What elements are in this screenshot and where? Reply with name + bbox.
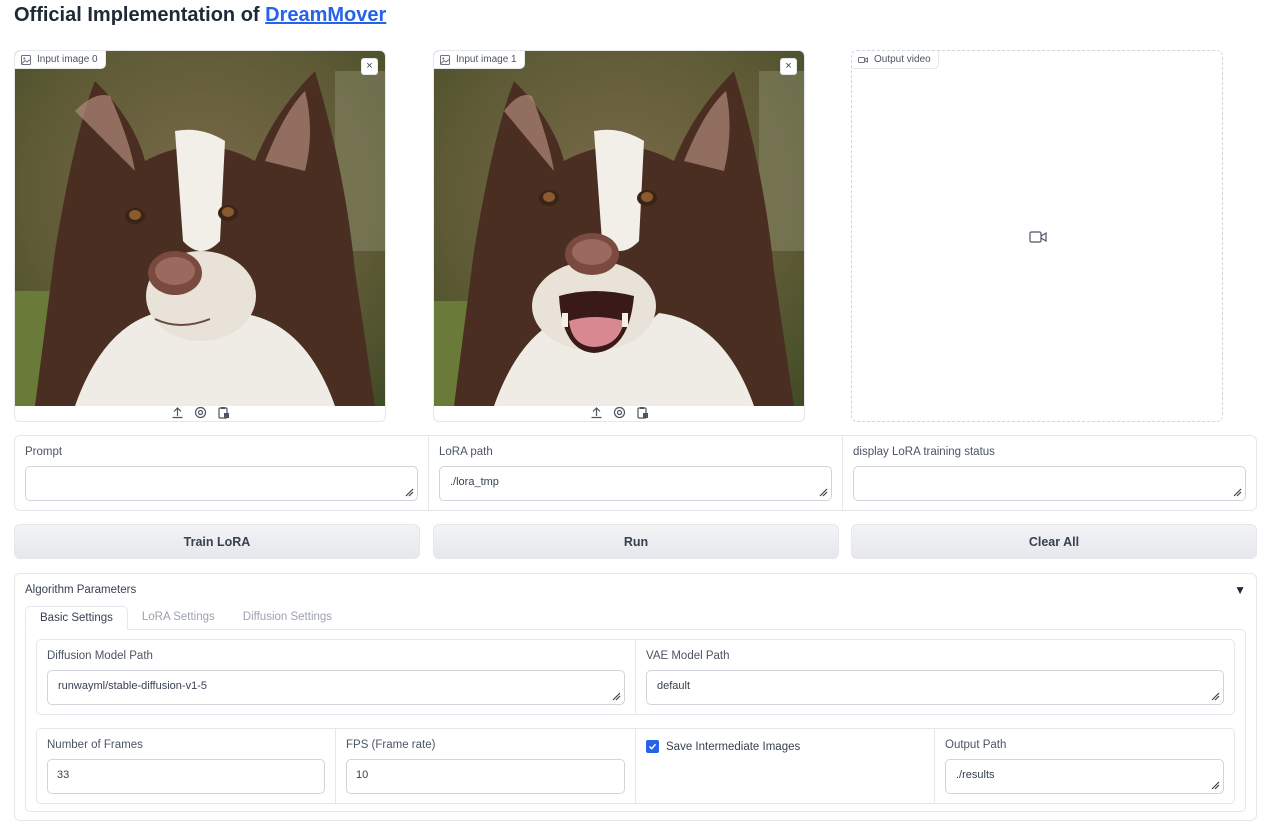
- prompt-label: Prompt: [25, 446, 63, 458]
- save-intermediate-label: Save Intermediate Images: [666, 740, 801, 753]
- checkmark-icon: [648, 743, 657, 750]
- lora-path-label: LoRA path: [439, 446, 493, 458]
- save-intermediate-checkbox[interactable]: [646, 740, 659, 753]
- resize-grip-icon[interactable]: [1211, 692, 1220, 701]
- output-video-label: Output video: [852, 51, 939, 69]
- num-frames-input[interactable]: 33: [47, 759, 325, 794]
- image-toolbar: [15, 404, 385, 421]
- vae-model-path-value: default: [657, 680, 691, 692]
- model-paths-group: Diffusion Model Path runwayml/stable-dif…: [36, 639, 1235, 715]
- input-image-0-panel[interactable]: Input image 0 ×: [14, 50, 386, 422]
- resize-grip-icon[interactable]: [819, 488, 828, 497]
- lora-status-label: display LoRA training status: [853, 446, 995, 458]
- video-placeholder-icon: [1029, 231, 1047, 243]
- generation-options-group: Number of Frames 33 FPS (Frame rate) 10 …: [36, 728, 1235, 804]
- clipboard-icon[interactable]: [217, 406, 230, 419]
- save-intermediate-cell: Save Intermediate Images: [636, 729, 935, 803]
- diffusion-model-path-value: runwayml/stable-diffusion-v1-5: [58, 680, 207, 692]
- clear-all-button[interactable]: Clear All: [851, 524, 1257, 559]
- input-image-1-label: Input image 1: [434, 51, 525, 69]
- tab-basic-settings[interactable]: Basic Settings: [25, 606, 128, 630]
- accordion-title[interactable]: Algorithm Parameters: [25, 584, 136, 596]
- save-intermediate-row[interactable]: Save Intermediate Images: [646, 740, 924, 753]
- close-icon[interactable]: ×: [780, 58, 797, 75]
- input-image-1-panel[interactable]: Input image 1 ×: [433, 50, 805, 422]
- upload-icon[interactable]: [590, 406, 603, 419]
- input-image-1-label-text: Input image 1: [456, 54, 517, 65]
- diffusion-model-path-textarea[interactable]: runwayml/stable-diffusion-v1-5: [47, 670, 625, 705]
- clipboard-icon[interactable]: [636, 406, 649, 419]
- output-path-label: Output Path: [945, 739, 1007, 751]
- fps-label: FPS (Frame rate): [346, 739, 436, 751]
- image-icon: [440, 54, 450, 65]
- resize-grip-icon[interactable]: [612, 692, 621, 701]
- lora-status-textarea[interactable]: [853, 466, 1246, 501]
- close-icon[interactable]: ×: [361, 58, 378, 75]
- lora-path-value: ./lora_tmp: [450, 476, 499, 488]
- input-image-0-label-text: Input image 0: [37, 54, 98, 65]
- input-image-0-label: Input image 0: [15, 51, 106, 69]
- output-video-label-text: Output video: [874, 54, 931, 65]
- fps-cell: FPS (Frame rate) 10: [336, 729, 636, 803]
- dreammover-link[interactable]: DreamMover: [265, 4, 386, 26]
- prompt-cell: Prompt: [15, 436, 429, 510]
- vae-model-path-cell: VAE Model Path default: [636, 640, 1234, 714]
- resize-grip-icon[interactable]: [1233, 488, 1242, 497]
- page-title: Official Implementation of DreamMover: [14, 4, 386, 27]
- diffusion-model-path-label: Diffusion Model Path: [47, 650, 153, 662]
- tab-lora-settings[interactable]: LoRA Settings: [128, 606, 229, 630]
- run-button[interactable]: Run: [433, 524, 839, 559]
- collapse-arrow-icon[interactable]: ▼: [1234, 583, 1246, 597]
- dog-photo-open-mouth: [434, 51, 804, 406]
- lora-path-textarea[interactable]: ./lora_tmp: [439, 466, 832, 501]
- upload-icon[interactable]: [171, 406, 184, 419]
- text-inputs-row: Prompt LoRA path ./lora_tmp display LoRA…: [14, 435, 1257, 511]
- dog-photo-closed-mouth: [15, 51, 385, 406]
- fps-input[interactable]: 10: [346, 759, 625, 794]
- num-frames-label: Number of Frames: [47, 739, 143, 751]
- image-toolbar: [434, 404, 804, 421]
- lora-status-cell: display LoRA training status: [843, 436, 1256, 510]
- output-path-textarea[interactable]: ./results: [945, 759, 1224, 794]
- diffusion-model-path-cell: Diffusion Model Path runwayml/stable-dif…: [37, 640, 636, 714]
- algorithm-parameters-accordion: Algorithm Parameters ▼ Basic Settings Lo…: [14, 573, 1257, 821]
- train-lora-button[interactable]: Train LoRA: [14, 524, 420, 559]
- video-icon: [858, 56, 868, 63]
- vae-model-path-textarea[interactable]: default: [646, 670, 1224, 705]
- title-text: Official Implementation of: [14, 4, 266, 26]
- output-path-value: ./results: [956, 769, 995, 781]
- lora-path-cell: LoRA path ./lora_tmp: [429, 436, 843, 510]
- webcam-icon[interactable]: [613, 406, 626, 419]
- resize-grip-icon[interactable]: [405, 488, 414, 497]
- tab-diffusion-settings[interactable]: Diffusion Settings: [229, 606, 346, 630]
- webcam-icon[interactable]: [194, 406, 207, 419]
- output-video-panel: Output video: [851, 50, 1223, 422]
- basic-settings-panel: Diffusion Model Path runwayml/stable-dif…: [25, 629, 1246, 812]
- settings-tabs: Basic Settings LoRA Settings Diffusion S…: [25, 606, 346, 630]
- resize-grip-icon[interactable]: [1211, 781, 1220, 790]
- num-frames-cell: Number of Frames 33: [37, 729, 336, 803]
- vae-model-path-label: VAE Model Path: [646, 650, 730, 662]
- output-path-cell: Output Path ./results: [935, 729, 1234, 803]
- image-icon: [21, 54, 31, 65]
- prompt-textarea[interactable]: [25, 466, 418, 501]
